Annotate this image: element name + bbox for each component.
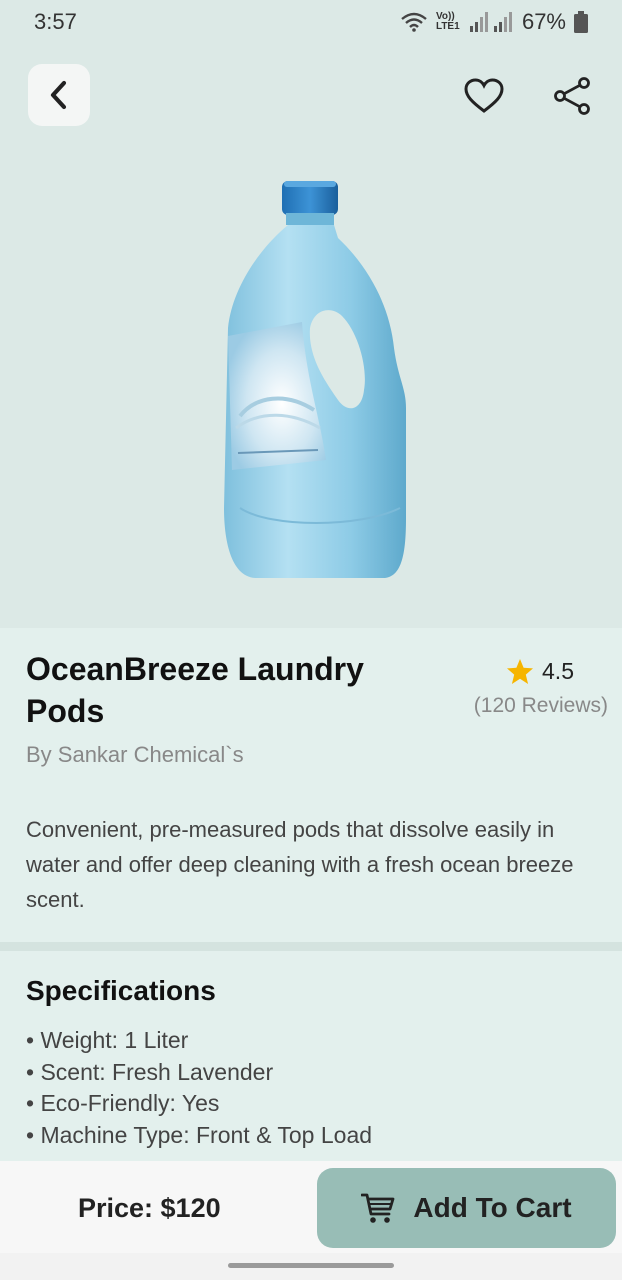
specifications-title: Specifications (26, 975, 216, 1006)
product-info: OceanBreeze Laundry Pods 4.5 (120 Review… (0, 628, 622, 942)
add-to-cart-label: Add To Cart (413, 1192, 572, 1223)
spec-item: Scent: Fresh Lavender (26, 1057, 372, 1089)
laundry-bottle-image (224, 181, 406, 578)
specifications-list: Weight: 1 Liter Scent: Fresh Lavender Ec… (26, 1025, 372, 1151)
battery-percent: 67% (521, 9, 566, 34)
bottom-bar: Price: $120 Add To Cart (0, 1161, 622, 1253)
status-icons: Vo)) LTE1 67% (400, 9, 588, 35)
cart-icon (361, 1193, 395, 1223)
product-title: OceanBreeze Laundry Pods (26, 651, 364, 729)
section-divider (0, 942, 622, 951)
add-to-cart-button[interactable]: Add To Cart (317, 1168, 616, 1248)
status-time: 3:57 (34, 9, 77, 34)
system-navigation (0, 1253, 622, 1280)
reviews-count[interactable]: (120 Reviews) (474, 694, 608, 718)
wifi-icon (401, 12, 427, 32)
chevron-left-icon (50, 80, 67, 110)
brand-name: By Sankar Chemical`s (26, 742, 244, 767)
product-hero (0, 44, 622, 628)
heart-icon (464, 78, 504, 113)
favorite-button[interactable] (462, 74, 506, 118)
rating-value: 4.5 (542, 658, 574, 684)
price-label: Price: $120 (78, 1193, 221, 1223)
spec-item: Weight: 1 Liter (26, 1025, 372, 1057)
product-description: Convenient, pre-measured pods that disso… (26, 817, 574, 912)
battery-icon (574, 11, 588, 33)
status-bar: 3:57 Vo)) LTE1 67% (0, 0, 622, 44)
network-label: Vo)) LTE1 (435, 11, 460, 32)
rating: 4.5 (506, 658, 574, 685)
back-button[interactable] (28, 64, 90, 126)
specifications-section: Specifications Weight: 1 Liter Scent: Fr… (0, 951, 622, 1161)
star-icon (507, 659, 534, 684)
spec-item: Eco-Friendly: Yes (26, 1088, 372, 1120)
signal-icon (469, 12, 512, 32)
home-indicator[interactable] (228, 1263, 394, 1268)
share-icon (554, 77, 590, 115)
share-button[interactable] (550, 74, 594, 118)
spec-item: Machine Type: Front & Top Load (26, 1120, 372, 1152)
